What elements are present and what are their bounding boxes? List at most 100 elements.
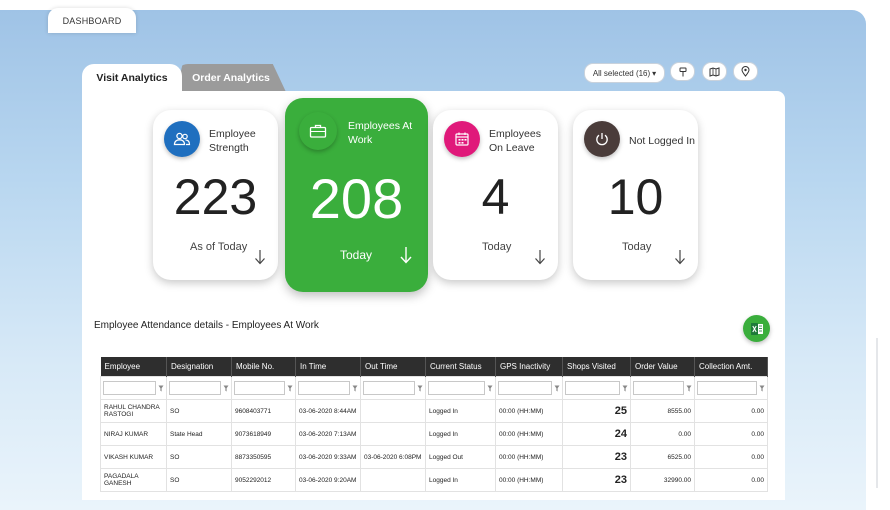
filter-icon[interactable] [287,385,293,392]
column-filter-input[interactable] [498,381,552,395]
gps-inactivity-cell: 00:00 (HH:MM) [495,399,563,423]
page-gutter [866,0,890,500]
card-subtitle: Today [482,241,512,253]
column-header[interactable]: Employee [100,357,167,377]
export-excel-button[interactable] [743,315,770,342]
column-filter-input[interactable] [103,381,156,395]
mobile-cell: 9608403771 [231,399,296,423]
filter-icon[interactable] [686,385,692,392]
status-cell: Logged In [425,399,496,423]
column-filter-input[interactable] [565,381,620,395]
gps-inactivity-cell: 00:00 (HH:MM) [495,445,563,469]
filter-icon[interactable] [554,385,560,392]
column-header[interactable]: Designation [166,357,232,377]
column-header[interactable]: Mobile No. [231,357,296,377]
employee-cell[interactable]: RAHUL CHANDRA RASTOGI [100,399,167,423]
order-value-cell: 6525.00 [630,445,695,469]
designation-cell: SO [166,468,232,492]
collection-amount-cell: 0.00 [694,445,768,469]
in-time-cell: 03-06-2020 9:20AM [295,468,361,492]
filter-icon[interactable] [487,385,493,392]
table-row[interactable]: VIKASH KUMAR SO 8873350595 03-06-2020 9:… [100,445,768,469]
employee-cell[interactable]: VIKASH KUMAR [100,445,167,469]
column-filter-input[interactable] [633,381,684,395]
filter-selected-label: All selected (16) [592,68,651,78]
gps-inactivity-cell: 00:00 (HH:MM) [495,468,563,492]
out-time-cell [360,399,426,423]
chevron-down-icon: ▾ [652,68,657,78]
employee-filter-select[interactable]: All selected (16) ▾ [584,63,665,83]
shops-visited-link[interactable]: 23 [562,445,631,469]
card-employees-on-leave[interactable]: Employees On Leave 4 Today [433,110,558,280]
table-row[interactable]: PAGADALA GANESH SO 9052292012 03-06-2020… [100,468,768,492]
employees-on-leave-value: 4 [481,169,510,225]
column-header[interactable]: Current Status [425,357,496,377]
mobile-cell: 9052292012 [231,468,296,492]
table-row[interactable]: NIRAJ KUMAR State Head 9073618949 03-06-… [100,422,768,446]
map-view-button[interactable] [702,62,727,81]
order-value-cell: 8555.00 [630,399,695,423]
designation-cell: SO [166,399,232,423]
column-filter-input[interactable] [169,381,221,395]
filter-icon[interactable] [759,385,765,392]
designation-cell: State Head [166,422,232,446]
filter-icon[interactable] [352,385,358,392]
tag-filter-button[interactable] [670,62,695,81]
arrow-down-icon[interactable] [534,249,546,265]
column-filter-input[interactable] [697,381,757,395]
column-filter-input[interactable] [234,381,285,395]
filter-icon[interactable] [223,385,229,392]
card-title: Employee Strength [209,128,256,154]
column-filter-input[interactable] [363,381,415,395]
arrow-down-icon[interactable] [254,249,266,265]
tab-dashboard[interactable]: DASHBOARD [48,8,136,33]
employee-cell[interactable]: PAGADALA GANESH [100,468,167,492]
card-employee-strength[interactable]: Employee Strength 223 As of Today [153,110,278,280]
tab-order-analytics[interactable]: Order Analytics [176,64,286,92]
in-time-cell: 03-06-2020 9:33AM [295,445,361,469]
filter-row [100,376,768,400]
status-cell: Logged In [425,422,496,446]
table-row[interactable]: RAHUL CHANDRA RASTOGI SO 9608403771 03-0… [100,399,768,423]
order-value-cell: 0.00 [630,422,695,446]
column-header[interactable]: Out Time [360,357,426,377]
not-logged-in-value: 10 [607,169,664,225]
arrow-down-icon[interactable] [674,249,686,265]
column-header[interactable]: Collection Amt. [694,357,768,377]
employee-cell[interactable]: NIRAJ KUMAR [100,422,167,446]
filter-icon[interactable] [622,385,628,392]
employee-strength-value: 223 [173,169,258,225]
excel-icon [750,322,763,335]
table-header: Employee Designation Mobile No. In Time … [100,357,768,377]
filter-icon[interactable] [417,385,423,392]
calendar-icon [444,121,480,157]
card-not-logged-in[interactable]: Not Logged In 10 Today [573,110,698,280]
card-employees-at-work[interactable]: Employees At Work 208 Today [285,98,428,292]
arrow-down-icon[interactable] [399,246,413,264]
shops-visited-link[interactable]: 23 [562,468,631,492]
column-header[interactable]: Shops Visited [562,357,631,377]
filter-icon[interactable] [158,385,164,392]
users-icon [164,121,200,157]
section-title: Employee Attendance details - Employees … [94,320,319,331]
mobile-cell: 8873350595 [231,445,296,469]
scrollbar[interactable] [876,338,878,488]
collection-amount-cell: 0.00 [694,399,768,423]
status-cell: Logged Out [425,445,496,469]
gps-inactivity-cell: 00:00 (HH:MM) [495,422,563,446]
collection-amount-cell: 0.00 [694,422,768,446]
shops-visited-link[interactable]: 25 [562,399,631,423]
tab-visit-analytics[interactable]: Visit Analytics [82,64,182,92]
status-cell: Logged In [425,468,496,492]
column-header[interactable]: Order Value [630,357,695,377]
out-time-cell: 03-06-2020 6:08PM [360,445,426,469]
column-filter-input[interactable] [428,381,485,395]
column-filter-input[interactable] [298,381,350,395]
column-header[interactable]: GPS Inactivity [495,357,563,377]
shops-visited-link[interactable]: 24 [562,422,631,446]
location-button[interactable] [733,62,758,81]
order-value-cell: 32990.00 [630,468,695,492]
column-header[interactable]: In Time [295,357,361,377]
in-time-cell: 03-06-2020 7:13AM [295,422,361,446]
card-subtitle: Today [622,241,652,253]
